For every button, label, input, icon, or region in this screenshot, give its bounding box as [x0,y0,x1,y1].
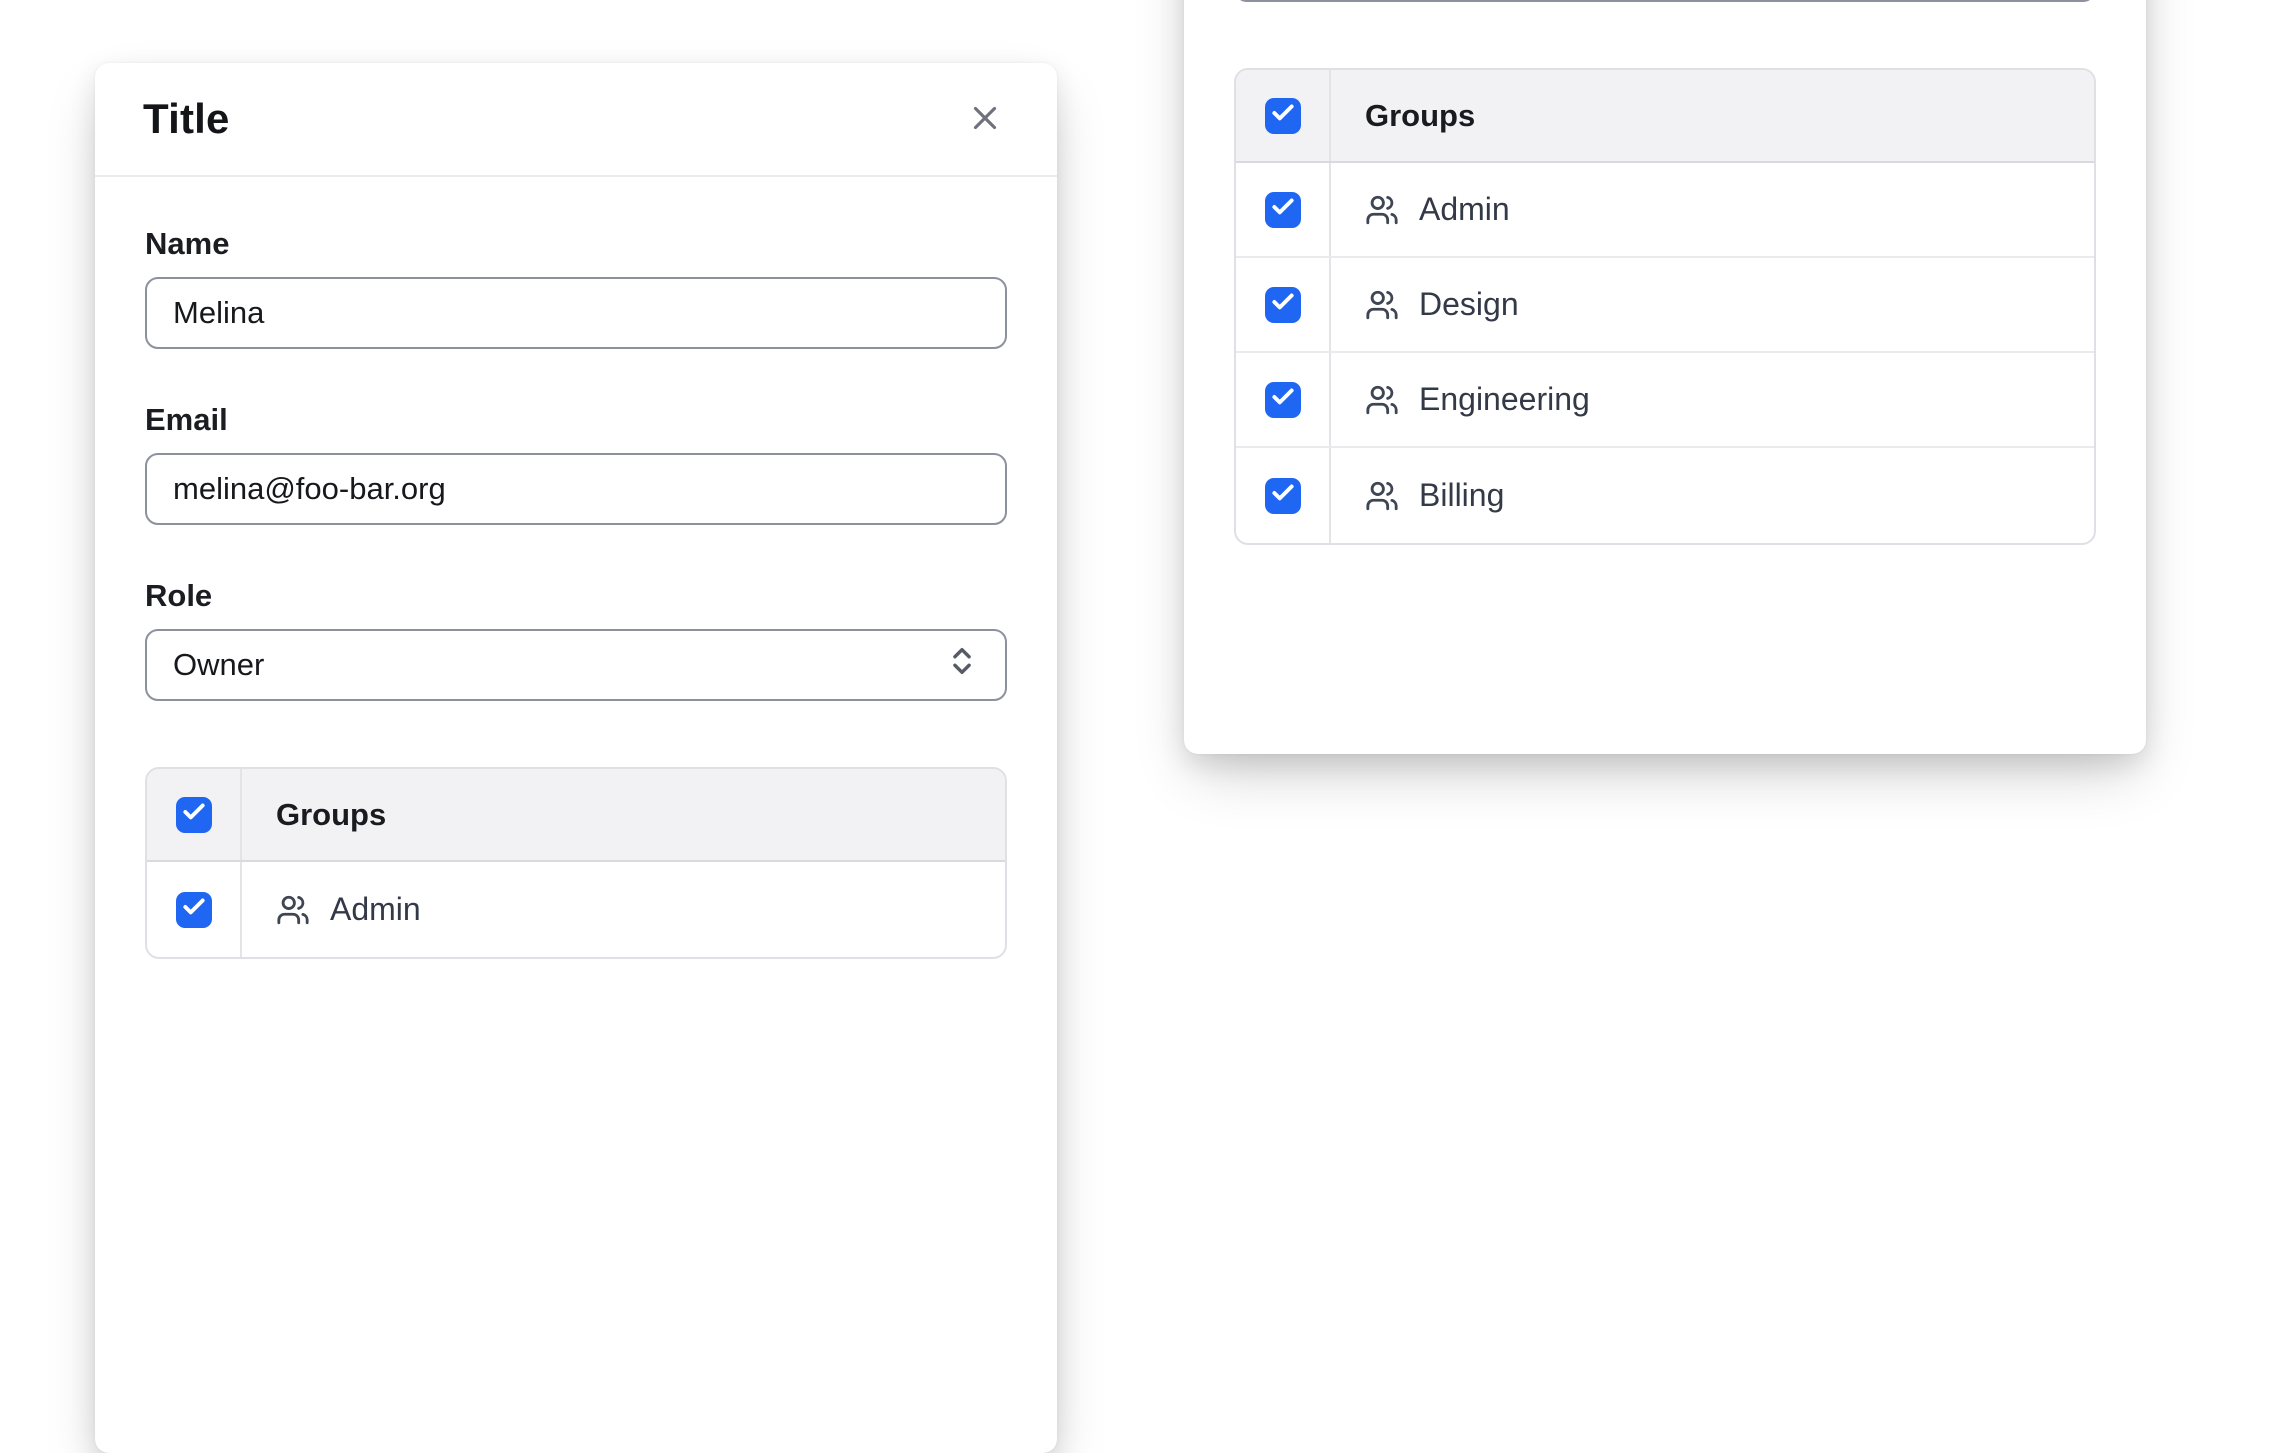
select-all-checkbox[interactable] [176,797,212,833]
table-row-billing: Billing [1236,448,2094,543]
group-row-label: Engineering [1419,381,1590,418]
modal-header: Title [95,63,1057,177]
close-icon [966,99,1004,140]
groups-column-header: Groups [242,769,1005,860]
group-row-label: Admin [1419,191,1510,228]
groups-column-header: Groups [1331,70,2094,161]
users-icon [1365,193,1399,227]
users-icon [1365,288,1399,322]
role-label: Role [145,577,1007,615]
check-icon [1270,194,1296,225]
email-label: Email [145,401,1007,439]
group-row-label: Admin [330,891,421,928]
select-all-checkbox[interactable] [1265,98,1301,134]
users-icon [1365,479,1399,513]
role-field-group: Role Owner [145,577,1007,701]
modal-title: Title [143,95,230,143]
users-icon [1365,383,1399,417]
groups-table-header-row: Groups [147,769,1005,862]
groups-table: Groups Admin [145,767,1007,959]
modal-body: Name Email Role Owner [1184,0,2146,593]
table-row-engineering: Engineering [1236,353,2094,448]
role-select[interactable]: Owner [145,629,1007,701]
close-button[interactable] [961,95,1009,143]
check-icon [1270,289,1296,320]
check-icon [1270,100,1296,131]
row-checkbox[interactable] [1265,192,1301,228]
modal-body: Name Email Role Owner [95,177,1057,1007]
role-select-value: Owner [173,647,264,683]
check-icon [181,894,207,925]
check-icon [1270,480,1296,511]
row-checkbox[interactable] [1265,287,1301,323]
table-row: Admin [147,862,1005,957]
email-input[interactable] [145,453,1007,525]
row-checkbox[interactable] [1265,478,1301,514]
row-checkbox[interactable] [1265,382,1301,418]
email-field-group: Email [145,401,1007,525]
name-input[interactable] [145,277,1007,349]
row-checkbox[interactable] [176,892,212,928]
table-row-design: Design [1236,258,2094,353]
name-label: Name [145,225,1007,263]
role-field-group: Role Owner [1234,0,2096,2]
table-row-admin: Admin [1236,163,2094,258]
groups-table: Groups Admin [1234,68,2096,545]
group-row-label: Billing [1419,477,1504,514]
users-icon [276,893,310,927]
check-icon [181,799,207,830]
group-row-label: Design [1419,286,1519,323]
groups-table-header-row: Groups [1236,70,2094,163]
user-edit-modal-detail: Title Name Email Role Owner [1184,0,2146,754]
name-field-group: Name [145,225,1007,349]
role-select[interactable]: Owner [1234,0,2096,2]
user-edit-modal: Title Name Email Role Owner [95,63,1057,1453]
check-icon [1270,384,1296,415]
chevrons-up-down-icon [945,644,979,686]
